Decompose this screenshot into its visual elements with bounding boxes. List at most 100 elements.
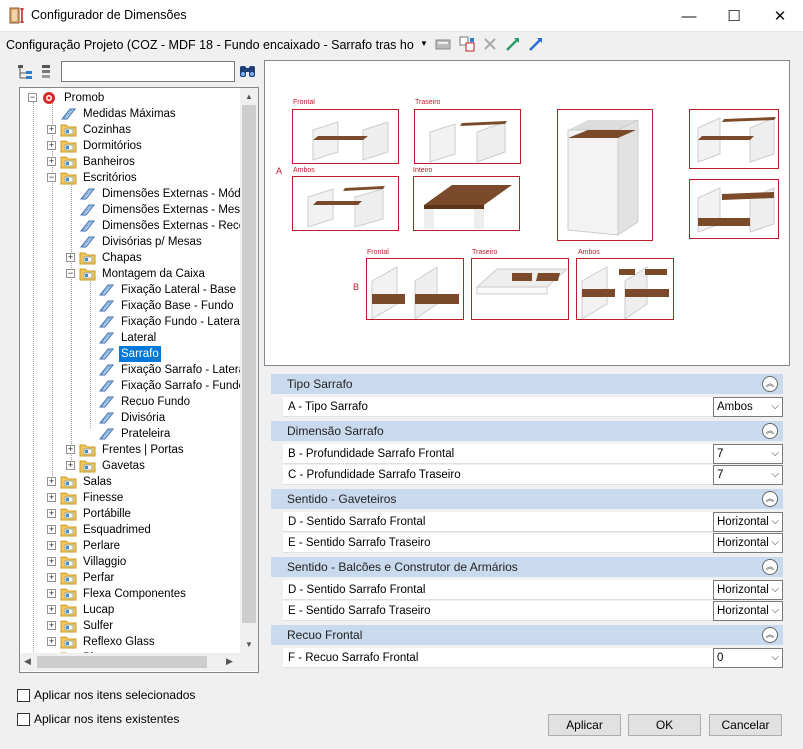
scroll-down-icon[interactable]: ▼	[245, 640, 253, 649]
expand-icon[interactable]: +	[47, 493, 56, 502]
minimize-button[interactable]: —	[666, 0, 712, 32]
expand-icon[interactable]: +	[66, 445, 75, 454]
property-value-dropdown[interactable]: 7 ⌵	[713, 465, 783, 485]
tree-item-label: Villaggio	[83, 556, 127, 568]
apply-existing-label: Aplicar nos itens existentes	[34, 712, 180, 726]
scroll-right-icon[interactable]: ▶	[226, 656, 233, 667]
category-recuo-frontal[interactable]: Recuo Frontal ︽	[271, 625, 783, 645]
save-config-icon[interactable]	[435, 36, 451, 52]
property-value-dropdown[interactable]: Horizontal ⌵	[713, 533, 783, 553]
apply-selected-checkbox[interactable]	[17, 689, 30, 702]
horizontal-scroll-thumb[interactable]	[37, 656, 207, 668]
property-row: E - Sentido Sarrafo Traseiro Horizontal ⌵	[271, 533, 783, 553]
collapse-category-icon[interactable]: ︽	[762, 627, 778, 643]
collapse-category-icon[interactable]: ︽	[762, 559, 778, 575]
new-config-icon[interactable]	[459, 36, 475, 52]
property-value-dropdown[interactable]: Horizontal ⌵	[713, 601, 783, 621]
folder-icon	[60, 171, 77, 185]
category-tree[interactable]: − Promob Medidas Máximas + Cozinhas + Dormitór…	[19, 87, 259, 673]
expand-icon[interactable]: +	[47, 509, 56, 518]
tree-item-label: Perfar	[83, 572, 115, 584]
property-row: E - Sentido Sarrafo Traseiro Horizontal ⌵	[271, 601, 783, 621]
import-icon[interactable]	[505, 36, 521, 52]
chevron-down-icon[interactable]: ⌵	[771, 513, 779, 531]
ruler-icon	[79, 187, 96, 201]
chevron-down-icon[interactable]: ⌵	[771, 649, 779, 667]
expand-icon[interactable]: +	[47, 157, 56, 166]
chevron-down-icon[interactable]: ⌵	[771, 398, 779, 416]
export-icon[interactable]	[528, 36, 544, 52]
diagram-letter-a: A	[276, 166, 283, 176]
folder-icon	[60, 539, 77, 553]
folder-icon	[60, 139, 77, 153]
chevron-down-icon[interactable]: ⌵	[771, 581, 779, 599]
ok-button[interactable]: OK	[628, 714, 701, 736]
configuration-selector[interactable]: Configuração Projeto (COZ - MDF 18 - Fun…	[6, 38, 414, 52]
chevron-down-icon[interactable]: ▼	[420, 39, 428, 48]
category-sentido-gaveteiros[interactable]: Sentido - Gaveteiros ︽	[271, 489, 783, 509]
search-input[interactable]	[61, 61, 235, 82]
binoculars-icon[interactable]	[239, 63, 256, 79]
collapse-category-icon[interactable]: ︽	[762, 491, 778, 507]
tree-item-label: Flexa Componentes	[83, 588, 186, 600]
diagram-frontal	[292, 109, 399, 164]
expand-icon[interactable]: +	[47, 525, 56, 534]
category-sentido-balcoes-e-construtor-de-armarios[interactable]: Sentido - Balcões e Construtor de Armári…	[271, 557, 783, 577]
delete-icon[interactable]	[482, 36, 498, 52]
expand-icon[interactable]: +	[66, 461, 75, 470]
expand-icon[interactable]: +	[47, 605, 56, 614]
apply-button[interactable]: Aplicar	[548, 714, 621, 736]
property-value-dropdown[interactable]: Horizontal ⌵	[713, 512, 783, 532]
property-grid[interactable]: Tipo Sarrafo ︽ A - Tipo Sarrafo Ambos ⌵ Dimen…	[271, 374, 783, 674]
vertical-scrollbar[interactable]: ▲ ▼	[240, 88, 258, 653]
chevron-down-icon[interactable]: ⌵	[771, 602, 779, 620]
collapse-icon[interactable]: −	[28, 93, 37, 102]
folder-icon	[79, 443, 96, 457]
expand-icon[interactable]: +	[47, 541, 56, 550]
category-title: Tipo Sarrafo	[287, 377, 353, 391]
chevron-down-icon[interactable]: ⌵	[771, 445, 779, 463]
category-dimensao-sarrafo[interactable]: Dimensão Sarrafo ︽	[271, 421, 783, 441]
expand-icon[interactable]: +	[47, 589, 56, 598]
horizontal-scrollbar[interactable]: ◀ ▶	[20, 653, 240, 671]
collapse-icon[interactable]: −	[66, 269, 75, 278]
tree-line	[71, 182, 72, 462]
maximize-button[interactable]: ☐	[711, 0, 757, 32]
expand-icon[interactable]: +	[47, 573, 56, 582]
folder-icon	[60, 155, 77, 169]
vertical-scroll-thumb[interactable]	[242, 105, 256, 623]
expand-tree-icon[interactable]	[38, 64, 54, 80]
toolbar: Configuração Projeto (COZ - MDF 18 - Fun…	[0, 33, 803, 57]
apply-selected-label: Aplicar nos itens selecionados	[34, 688, 196, 702]
collapse-tree-icon[interactable]	[17, 64, 33, 80]
chevron-down-icon[interactable]: ⌵	[771, 466, 779, 484]
tree-item-label: Prateleira	[121, 428, 171, 440]
collapse-category-icon[interactable]: ︽	[762, 376, 778, 392]
collapse-icon[interactable]: −	[47, 173, 56, 182]
property-value-dropdown[interactable]: Horizontal ⌵	[713, 580, 783, 600]
expand-icon[interactable]: +	[47, 557, 56, 566]
expand-icon[interactable]: +	[47, 125, 56, 134]
cancel-button[interactable]: Cancelar	[709, 714, 782, 736]
expand-icon[interactable]: +	[47, 621, 56, 630]
scroll-left-icon[interactable]: ◀	[24, 656, 31, 667]
expand-icon[interactable]: +	[47, 637, 56, 646]
close-button[interactable]: ✕	[757, 0, 803, 32]
apply-existing-checkbox[interactable]	[17, 713, 30, 726]
expand-icon[interactable]: +	[66, 253, 75, 262]
folder-icon	[60, 523, 77, 537]
expand-icon[interactable]: +	[47, 141, 56, 150]
property-value-dropdown[interactable]: Ambos ⌵	[713, 397, 783, 417]
property-value-dropdown[interactable]: 0 ⌵	[713, 648, 783, 668]
property-value: Horizontal	[717, 605, 769, 617]
tree-item-label: Fixação Sarrafo - Fundo	[121, 380, 240, 392]
expand-icon[interactable]: +	[47, 477, 56, 486]
ruler-icon	[98, 395, 115, 409]
property-name: D - Sentido Sarrafo Frontal	[283, 512, 713, 532]
property-value-dropdown[interactable]: 7 ⌵	[713, 444, 783, 464]
scroll-up-icon[interactable]: ▲	[245, 92, 253, 101]
property-name: D - Sentido Sarrafo Frontal	[283, 580, 713, 600]
category-tipo-sarrafo[interactable]: Tipo Sarrafo ︽	[271, 374, 783, 394]
collapse-category-icon[interactable]: ︽	[762, 423, 778, 439]
chevron-down-icon[interactable]: ⌵	[771, 534, 779, 552]
